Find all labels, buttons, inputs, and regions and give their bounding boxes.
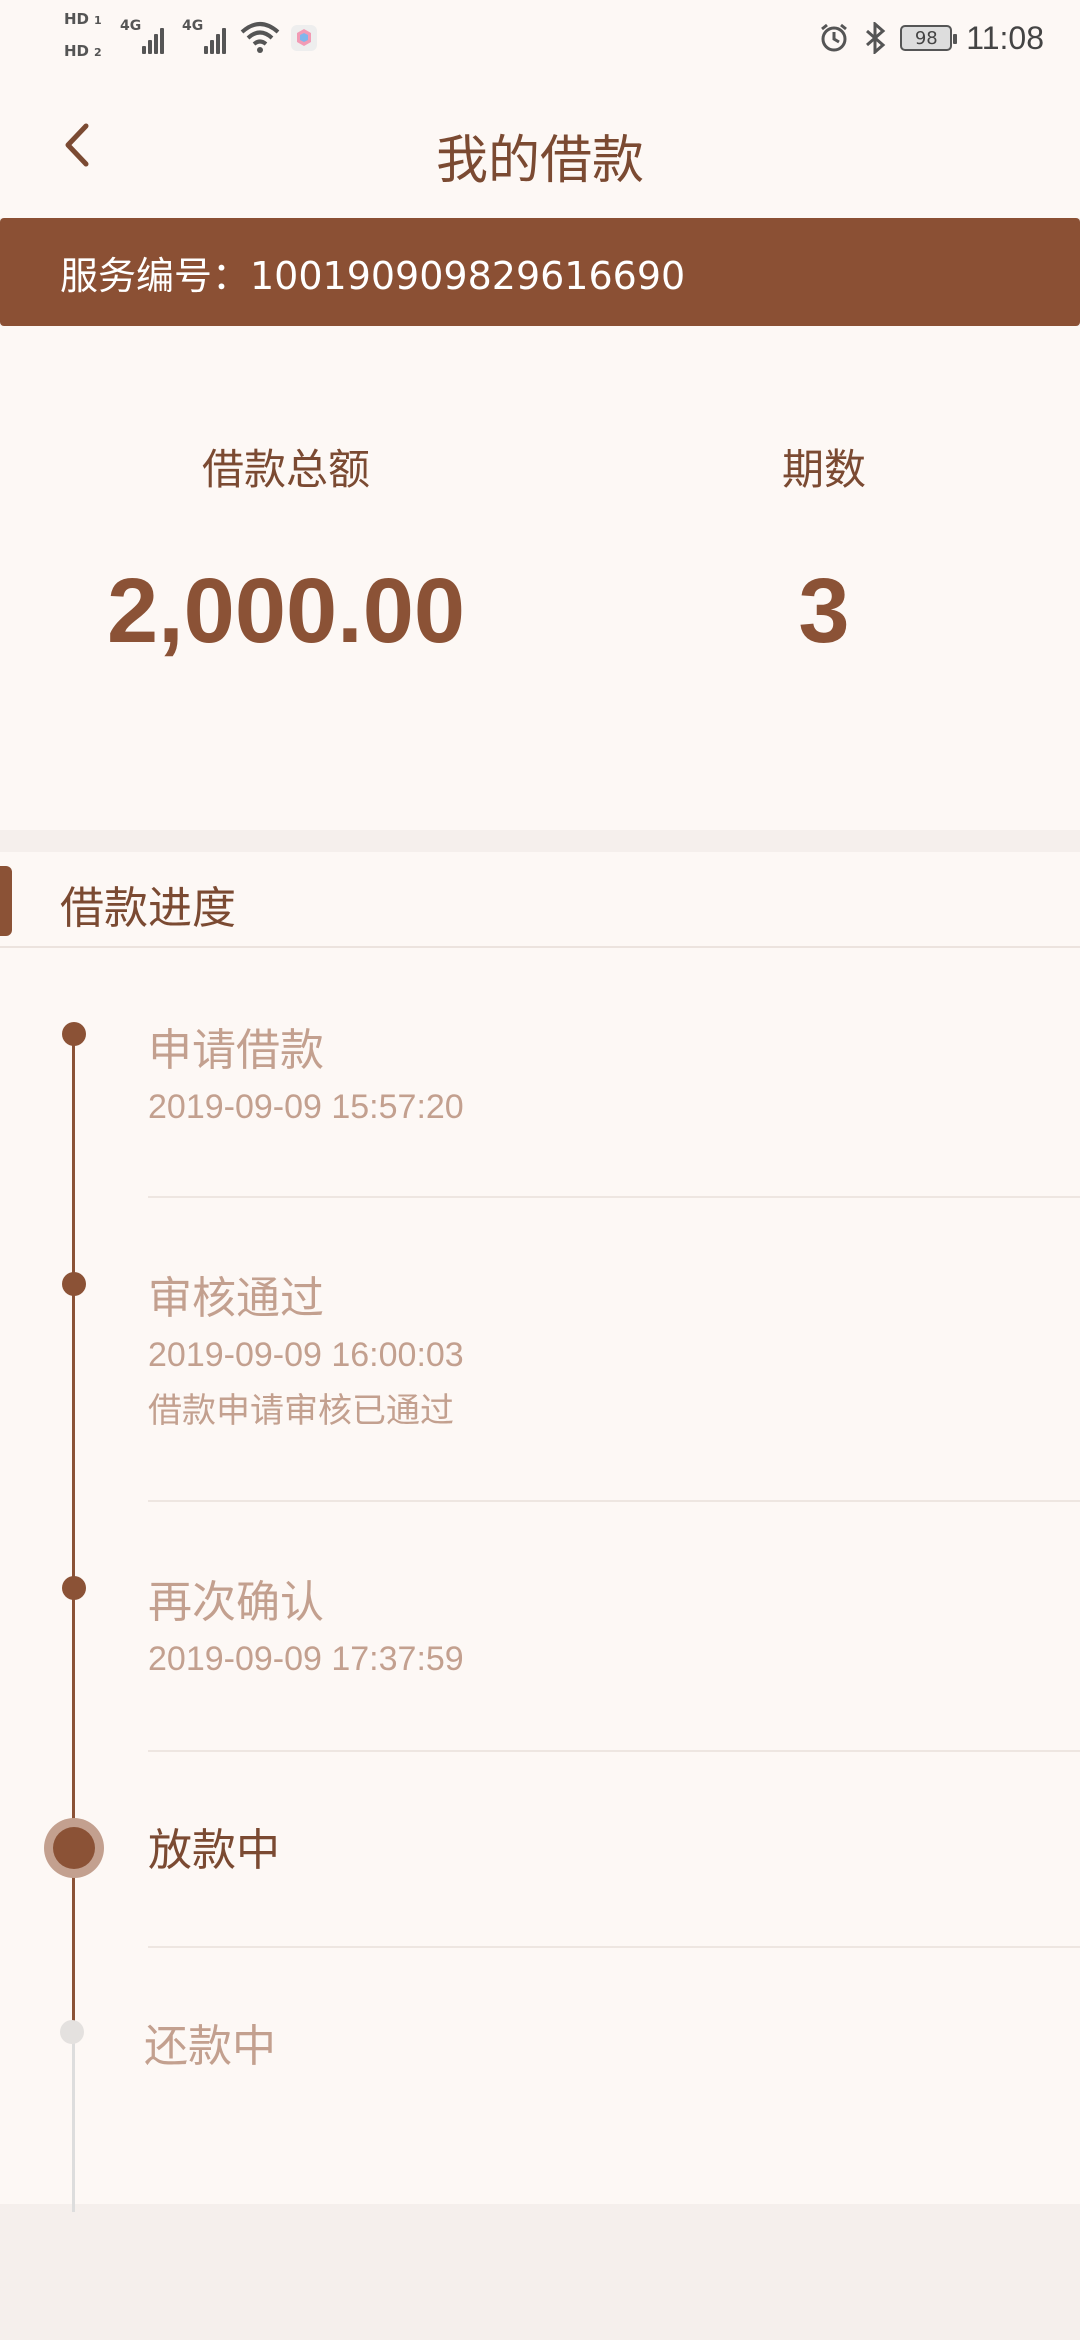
step-divider xyxy=(148,1196,1080,1198)
timeline-dot xyxy=(62,1022,86,1046)
timeline-dot-pending xyxy=(60,2020,84,2044)
clock: 11:08 xyxy=(966,19,1044,56)
signal1-label: 4G xyxy=(120,18,142,34)
signal2-icon xyxy=(204,24,230,54)
battery-icon: 98 xyxy=(900,25,958,51)
alarm-icon xyxy=(821,23,848,52)
battery-level: 98 xyxy=(914,27,938,49)
timeline-step: 审核通过 2019-09-09 16:00:03 借款申请审核已通过 xyxy=(148,1262,1080,1432)
loan-amount-label: 借款总额 xyxy=(201,445,370,494)
step-divider xyxy=(148,1946,1080,1948)
periods-block: 期数 3 xyxy=(624,436,1024,664)
signal1-icon xyxy=(142,24,168,54)
step-title: 还款中 xyxy=(144,2021,276,2072)
step-divider xyxy=(148,1500,1080,1502)
timeline-line-pending xyxy=(72,2032,75,2212)
timeline-dot xyxy=(62,1576,86,1600)
periods-value: 3 xyxy=(798,560,850,662)
loan-amount-value: 2,000.00 xyxy=(106,560,466,662)
bluetooth-icon xyxy=(866,22,886,54)
wifi-icon xyxy=(240,22,280,53)
step-time: 2019-09-09 17:37:59 xyxy=(148,1640,464,1678)
timeline-step: 申请借款 2019-09-09 15:57:20 xyxy=(148,1014,1080,1127)
step-divider xyxy=(148,1750,1080,1752)
status-bar: HD 1 HD 2 4G 4G 98 11:08 xyxy=(0,0,1080,78)
step-title: 审核通过 xyxy=(148,1273,324,1324)
step-note: 借款申请审核已通过 xyxy=(148,1391,454,1431)
loan-summary: 借款总额 2,000.00 期数 3 xyxy=(0,326,1080,830)
step-time: 2019-09-09 15:57:20 xyxy=(148,1088,464,1126)
timeline-line-done xyxy=(72,1032,75,2032)
hd1-label: HD xyxy=(64,10,90,28)
progress-section-title: 借款进度 xyxy=(60,883,236,934)
hd1-sub: 1 xyxy=(94,14,102,27)
header: 我的借款 xyxy=(0,78,1080,218)
loan-amount-block: 借款总额 2,000.00 xyxy=(36,436,536,664)
step-time: 2019-09-09 16:00:03 xyxy=(148,1336,464,1374)
timeline-step-current: 放款中 xyxy=(148,1814,1080,1878)
loan-progress-card: 借款进度 申请借款 2019-09-09 15:57:20 审核通过 2019-… xyxy=(0,852,1080,2212)
hd2-label: HD xyxy=(64,42,90,60)
timeline-step-pending: 还款中 xyxy=(144,2010,1076,2074)
periods-label: 期数 xyxy=(781,445,866,494)
step-title: 申请借款 xyxy=(148,1025,324,1076)
section-accent-bar xyxy=(0,866,12,936)
timeline-dot xyxy=(62,1272,86,1296)
step-title: 放款中 xyxy=(148,1825,280,1876)
timeline-dot-current xyxy=(44,1818,104,1878)
app-notification-icon xyxy=(291,25,317,51)
service-number-bar: 服务编号：100190909829616690 xyxy=(0,218,1080,326)
progress-section-header: 借款进度 xyxy=(0,852,1080,948)
status-right: 98 11:08 xyxy=(818,18,1044,58)
screen: HD 1 HD 2 4G 4G 98 11:08 我的借款 服务编号：10019… xyxy=(0,0,1080,2340)
timeline-step: 再次确认 2019-09-09 17:37:59 xyxy=(148,1566,1080,1679)
page-title: 我的借款 xyxy=(435,131,644,191)
service-number: 服务编号：100190909829616690 xyxy=(60,253,686,298)
hd2-sub: 2 xyxy=(94,46,102,59)
step-title: 再次确认 xyxy=(148,1577,324,1628)
signal2-label: 4G xyxy=(182,18,204,34)
